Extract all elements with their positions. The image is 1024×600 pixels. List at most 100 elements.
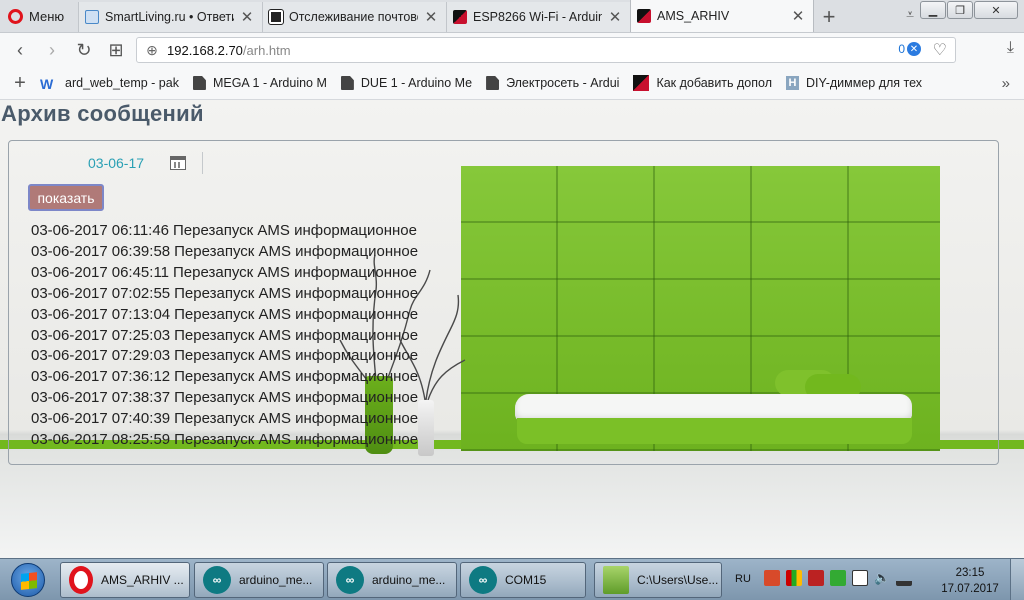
log-time: 07:13:04 <box>111 305 171 323</box>
log-time: 06:11:46 <box>111 222 170 239</box>
log-time: 06:45:11 <box>111 263 170 281</box>
close-tab-icon[interactable]: ✕ <box>791 7 805 25</box>
log-message: Перезапуск AMS информационное <box>174 431 419 449</box>
speed-dial-icon[interactable]: ⊞ <box>100 34 132 66</box>
log-entry: 03-06-2017 07:25:03 Перезапуск AMS инфор… <box>31 326 418 347</box>
close-tab-icon[interactable]: ✕ <box>240 8 254 26</box>
download-icon[interactable]: ⤓ <box>1007 39 1014 57</box>
window-controls: ▁ ❐ ✕ <box>920 1 1018 19</box>
calendar-icon[interactable] <box>170 156 186 170</box>
action-center-flag-icon[interactable] <box>852 570 868 586</box>
back-button[interactable]: ‹ <box>4 34 36 66</box>
show-button[interactable]: показать <box>28 184 104 211</box>
log-message: Перезапуск AMS информационное <box>173 263 417 281</box>
bookmark-heart-icon[interactable]: ♡ <box>933 40 947 60</box>
volume-icon[interactable]: 🔈 <box>874 570 890 586</box>
adblock-indicator[interactable]: 0 ✕ <box>898 42 921 56</box>
date-input[interactable]: 03-06-17 <box>88 155 144 171</box>
log-message: Перезапуск AMS информационное <box>174 242 419 260</box>
log-date: 03-06-2017 <box>31 347 108 365</box>
log-message: Перезапуск AMS информационное <box>174 410 419 428</box>
tray-security-icon[interactable] <box>808 570 824 586</box>
address-bar: ‹ › ↻ ⊞ ⊕ 192.168.2.70/arh.htm 0 ✕ ♡ ⤓ <box>0 33 1024 67</box>
bookmark-label: DUE 1 - Arduino Me <box>360 76 473 90</box>
start-button[interactable] <box>4 561 52 599</box>
url-host: 192.168.2.70 <box>167 42 243 58</box>
url-field[interactable]: ⊕ 192.168.2.70/arh.htm 0 ✕ ♡ <box>136 37 956 63</box>
taskbar-item-com15[interactable]: ∞ COM15 <box>460 562 586 598</box>
maximize-button[interactable]: ❐ <box>947 1 973 19</box>
tab-ams-arhiv[interactable]: AMS_ARHIV ✕ <box>630 0 814 32</box>
globe-icon: ⊕ <box>146 41 158 58</box>
log-time: 07:38:37 <box>111 389 171 407</box>
tray-chart-icon[interactable] <box>786 570 802 586</box>
bookmark-label: ard_web_temp - pak <box>65 76 179 90</box>
log-message: Перезапуск AMS информационное <box>174 284 419 302</box>
bookmark-item[interactable]: Как добавить допол <box>633 75 772 91</box>
log-message: Перезапуск AMS информационное <box>174 326 419 344</box>
windows-taskbar: AMS_ARHIV ... ∞ arduino_me... ∞ arduino_… <box>0 558 1024 600</box>
url-path: /arh.htm <box>242 42 291 58</box>
opera-logo-icon <box>8 8 23 24</box>
minimize-button[interactable]: ▁ <box>920 1 946 19</box>
tab-tracking[interactable]: Отслеживание почтово ✕ <box>262 2 446 32</box>
taskbar-clock[interactable]: 23:15 17.07.2017 <box>940 565 1000 597</box>
more-bookmarks-icon[interactable]: » <box>1002 75 1010 92</box>
tray-app-icon[interactable] <box>764 570 780 586</box>
taskbar-item-arduino-1[interactable]: ∞ arduino_me... <box>194 562 324 598</box>
arduino-icon: ∞ <box>203 566 231 594</box>
tray-check-icon[interactable] <box>830 570 846 586</box>
taskbar-item-opera[interactable]: AMS_ARHIV ... <box>60 562 190 598</box>
bookmark-item[interactable]: MEGA 1 - Arduino M <box>192 76 327 90</box>
taskbar-item-label: COM15 <box>505 573 547 587</box>
log-time: 07:40:39 <box>111 410 171 428</box>
document-icon <box>486 76 500 90</box>
message-log: 03-06-2017 06:11:46 Перезапуск AMS инфор… <box>31 221 418 451</box>
close-tab-icon[interactable]: ✕ <box>424 8 438 26</box>
tab-title: ESP8266 Wi-Fi - Arduino <box>473 10 602 24</box>
log-entry: 03-06-2017 07:29:03 Перезапуск AMS инфор… <box>31 346 418 367</box>
bookmark-item[interactable]: Электросеть - Ardui <box>486 76 619 90</box>
ams-favicon-icon <box>637 9 651 23</box>
log-date: 03-06-2017 <box>31 222 108 239</box>
log-message: Перезапуск AMS информационное <box>174 347 419 365</box>
log-entry: 03-06-2017 06:11:46 Перезапуск AMS инфор… <box>31 221 418 242</box>
date-input-divider <box>202 152 203 174</box>
document-icon <box>192 76 206 90</box>
tab-smartliving[interactable]: SmartLiving.ru • Ответит ✕ <box>78 2 262 32</box>
tab-title: SmartLiving.ru • Ответит <box>105 10 234 24</box>
forward-button[interactable]: › <box>36 34 68 66</box>
tab-menu-icon[interactable]: ⩡ <box>906 6 914 23</box>
language-indicator[interactable]: RU <box>735 573 751 585</box>
bookmarks-bar: + W ard_web_temp - pak MEGA 1 - Arduino … <box>0 67 1024 100</box>
w-favicon-icon: W <box>40 76 54 92</box>
log-message: Перезапуск AMS информационное <box>173 222 417 239</box>
taskbar-item-notepad[interactable]: C:\Users\Use... <box>594 562 722 598</box>
reload-button[interactable]: ↻ <box>68 34 100 66</box>
log-time: 07:29:03 <box>111 347 171 365</box>
opera-menu-button[interactable]: Меню <box>0 0 78 32</box>
add-bookmark-icon[interactable]: + <box>0 72 40 95</box>
network-signal-icon[interactable] <box>896 570 912 586</box>
taskbar-item-arduino-2[interactable]: ∞ arduino_me... <box>327 562 457 598</box>
bookmark-label: MEGA 1 - Arduino M <box>212 76 327 90</box>
adblock-icon: ✕ <box>907 42 921 56</box>
arduino-icon: ∞ <box>469 566 497 594</box>
close-tab-icon[interactable]: ✕ <box>608 8 622 26</box>
tracking-favicon-icon <box>268 9 284 25</box>
tab-bar: Меню SmartLiving.ru • Ответит ✕ Отслежив… <box>0 0 1024 33</box>
window-close-button[interactable]: ✕ <box>974 1 1018 19</box>
tab-esp8266[interactable]: ESP8266 Wi-Fi - Arduino ✕ <box>446 2 630 32</box>
log-date: 03-06-2017 <box>31 410 108 428</box>
bookmark-item[interactable]: W ard_web_temp - pak <box>40 76 179 92</box>
log-entry: 03-06-2017 07:02:55 Перезапуск AMS инфор… <box>31 284 418 305</box>
bookmark-item[interactable]: H DIY-диммер для тех <box>786 76 922 90</box>
background-floor <box>0 449 1024 558</box>
bookmark-item[interactable]: DUE 1 - Arduino Me <box>340 76 473 90</box>
log-time: 06:39:58 <box>111 242 171 260</box>
show-desktop-button[interactable] <box>1010 559 1024 600</box>
log-entry: 03-06-2017 06:45:11 Перезапуск AMS инфор… <box>31 263 418 284</box>
log-message: Перезапуск AMS информационное <box>174 389 419 407</box>
document-icon <box>340 76 354 90</box>
new-tab-button[interactable]: + <box>814 2 844 32</box>
